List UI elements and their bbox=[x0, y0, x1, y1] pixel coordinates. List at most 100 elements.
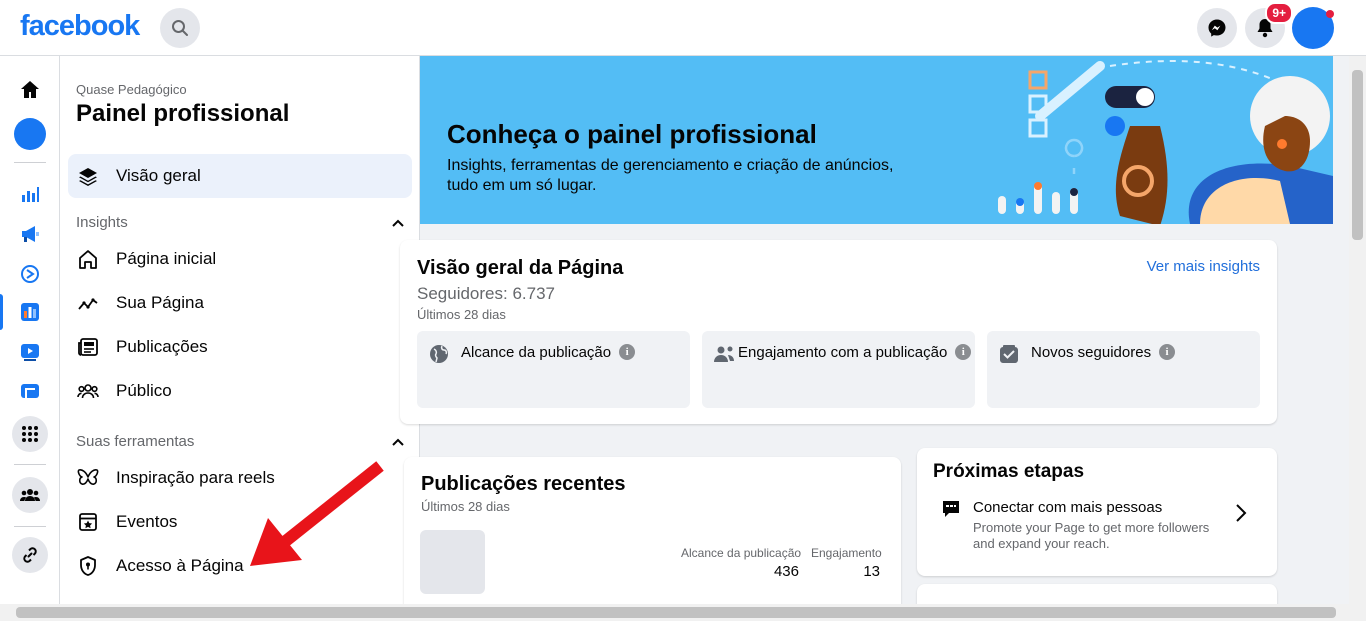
rail-professional-dashboard[interactable] bbox=[12, 294, 48, 330]
overview-period: Últimos 28 dias bbox=[417, 307, 506, 322]
butterfly-icon bbox=[76, 466, 100, 490]
see-more-insights-link[interactable]: Ver mais insights bbox=[1147, 258, 1260, 275]
video-icon bbox=[21, 344, 39, 361]
menu-home-page[interactable]: Página inicial bbox=[68, 237, 412, 281]
menu-audience[interactable]: Público bbox=[68, 369, 412, 413]
next-steps-card: Próximas etapas Conectar com mais pessoa… bbox=[917, 448, 1277, 576]
layers-icon bbox=[76, 164, 100, 188]
professional-dashboard-banner: Conheça o painel profissional Insights, … bbox=[420, 56, 1333, 224]
professional-dashboard-panel: Quase Pedagógico Painel profissional Vis… bbox=[60, 56, 420, 606]
dashboard-icon bbox=[21, 303, 39, 321]
rail-more-tools[interactable] bbox=[12, 416, 48, 452]
recent-posts-card: Publicações recentes Últimos 28 dias Alc… bbox=[404, 457, 901, 617]
horizontal-scrollbar[interactable] bbox=[0, 604, 1366, 621]
menu-overview[interactable]: Visão geral bbox=[68, 154, 412, 198]
connect-more-people-title: Conectar com mais pessoas bbox=[973, 499, 1163, 516]
menu-your-page[interactable]: Sua Página bbox=[68, 281, 412, 325]
facebook-logo[interactable]: facebook bbox=[20, 10, 140, 43]
reach-column-header: Alcance da publicação bbox=[681, 546, 802, 560]
menu-events-label: Eventos bbox=[116, 512, 178, 531]
banner-illustration bbox=[998, 60, 1333, 224]
rail-business-suite[interactable] bbox=[12, 256, 48, 292]
menu-home-page-label: Página inicial bbox=[116, 249, 217, 268]
post-thumbnail[interactable] bbox=[420, 530, 485, 594]
rail-groups[interactable] bbox=[12, 477, 48, 513]
notifications-badge: 9+ bbox=[1265, 2, 1293, 24]
left-icon-rail bbox=[0, 56, 60, 606]
menu-posts[interactable]: Publicações bbox=[68, 325, 412, 369]
info-icon[interactable]: i bbox=[619, 344, 636, 360]
tools-section-header[interactable]: Suas ferramentas bbox=[76, 433, 404, 450]
shield-icon bbox=[76, 554, 100, 578]
connect-more-people-item[interactable]: Conectar com mais pessoas Promote your P… bbox=[917, 493, 1277, 553]
grid-menu-icon bbox=[22, 426, 38, 442]
chevron-up-icon bbox=[392, 438, 404, 446]
globe-icon bbox=[430, 345, 448, 363]
recent-posts-title: Publicações recentes bbox=[421, 473, 626, 495]
messenger-icon bbox=[1208, 19, 1226, 37]
rail-video[interactable] bbox=[12, 334, 48, 370]
trend-line-icon bbox=[76, 291, 100, 315]
rail-links[interactable] bbox=[12, 537, 48, 573]
engagement-column-header: Engajamento bbox=[811, 546, 882, 560]
search-icon bbox=[172, 20, 188, 36]
vertical-scrollbar[interactable] bbox=[1349, 56, 1366, 606]
search-button[interactable] bbox=[160, 8, 200, 48]
insights-section-label: Insights bbox=[76, 214, 128, 231]
messenger-button[interactable] bbox=[1197, 8, 1237, 48]
menu-overview-label: Visão geral bbox=[116, 166, 201, 185]
profile-avatar bbox=[14, 118, 46, 150]
tools-section-label: Suas ferramentas bbox=[76, 433, 195, 450]
metric-post-reach-label: Alcance da publicação bbox=[461, 344, 612, 361]
metric-post-reach[interactable]: Alcance da publicação i bbox=[417, 331, 690, 408]
rail-insights[interactable] bbox=[12, 176, 48, 212]
rail-active-indicator bbox=[0, 294, 3, 330]
horizontal-scroll-thumb[interactable] bbox=[16, 607, 1336, 618]
page-name: Quase Pedagógico bbox=[76, 82, 187, 97]
metric-post-engagement-label: Engajamento com a publicação bbox=[738, 344, 948, 361]
rail-home[interactable] bbox=[12, 72, 48, 108]
content-icon bbox=[21, 384, 39, 400]
house-outline-icon bbox=[76, 247, 100, 271]
menu-posts-label: Publicações bbox=[116, 337, 208, 356]
chat-icon bbox=[943, 501, 959, 517]
menu-page-access-label: Acesso à Página bbox=[116, 556, 244, 575]
megaphone-icon bbox=[22, 226, 39, 242]
next-steps-title: Próximas etapas bbox=[933, 461, 1085, 482]
rail-divider bbox=[14, 464, 46, 465]
metric-new-followers[interactable]: Novos seguidores i bbox=[987, 331, 1260, 408]
menu-audience-label: Público bbox=[116, 381, 172, 400]
banner-description: Insights, ferramentas de gerenciamento e… bbox=[447, 157, 894, 194]
page-overview-card: Visão geral da Página Seguidores: 6.737 … bbox=[400, 240, 1277, 424]
metric-post-engagement[interactable]: Engajamento com a publicação i bbox=[702, 331, 975, 408]
business-suite-icon bbox=[21, 265, 39, 283]
info-icon[interactable]: i bbox=[955, 344, 972, 360]
vertical-scroll-thumb[interactable] bbox=[1352, 70, 1363, 240]
calendar-star-icon bbox=[76, 510, 100, 534]
red-arrow-annotation bbox=[250, 461, 384, 566]
people-icon bbox=[20, 489, 40, 501]
rail-ads[interactable] bbox=[12, 216, 48, 252]
post-reach-value: 436 bbox=[773, 563, 799, 580]
banner-title: Conheça o painel profissional bbox=[447, 119, 817, 149]
connect-more-people-description: Promote your Page to get more followers … bbox=[973, 520, 1210, 551]
follower-check-icon bbox=[1000, 345, 1018, 363]
people-engagement-icon bbox=[714, 346, 734, 362]
insights-section-header[interactable]: Insights bbox=[76, 214, 404, 231]
metric-new-followers-label: Novos seguidores bbox=[1031, 344, 1152, 361]
top-navigation-bar: facebook 9+ bbox=[0, 0, 1366, 56]
audience-icon bbox=[76, 379, 100, 403]
info-icon[interactable]: i bbox=[1159, 344, 1176, 360]
rail-profile[interactable] bbox=[12, 116, 48, 152]
posts-icon bbox=[76, 335, 100, 359]
notifications-button[interactable]: 9+ bbox=[1245, 2, 1293, 48]
menu-your-page-label: Sua Página bbox=[116, 293, 204, 312]
recent-posts-period: Últimos 28 dias bbox=[421, 499, 510, 514]
link-icon bbox=[23, 547, 37, 563]
overview-title: Visão geral da Página bbox=[417, 257, 624, 279]
chevron-right-icon bbox=[1236, 504, 1247, 522]
account-status-dot bbox=[1326, 10, 1334, 18]
rail-content[interactable] bbox=[12, 374, 48, 410]
rail-divider bbox=[14, 162, 46, 163]
rail-divider bbox=[14, 526, 46, 527]
